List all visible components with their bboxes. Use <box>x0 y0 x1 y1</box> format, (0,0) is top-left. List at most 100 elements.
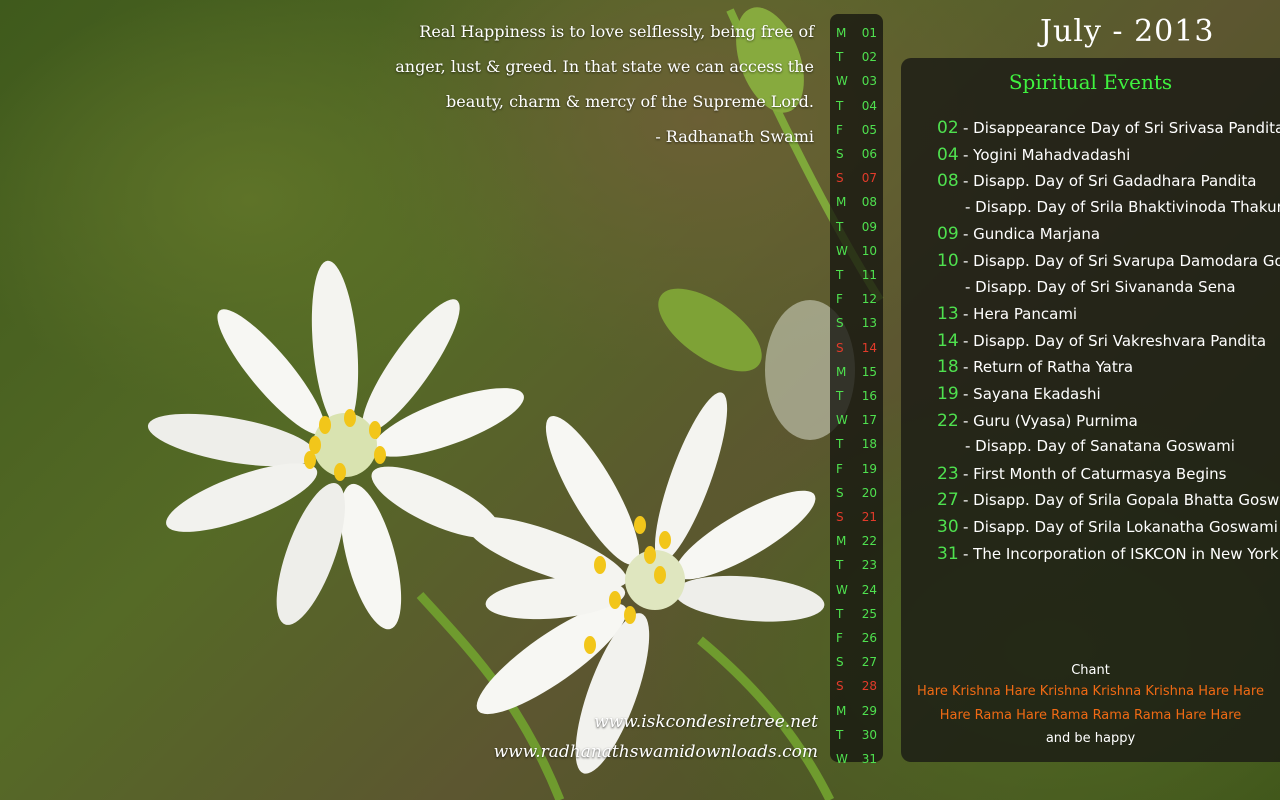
event-text: - Disapp. Day of Sri Vakreshvara Pandita <box>963 331 1267 350</box>
quote-line: Real Happiness is to love selflessly, be… <box>419 22 814 41</box>
event-text: - Disapp. Day of Srila Gopala Bhatta Gos… <box>963 491 1280 510</box>
day-number: 30 <box>861 727 877 742</box>
day-number: 02 <box>861 50 877 65</box>
weekday-letter: T <box>836 219 844 234</box>
event-item: 22- Guru (Vyasa) Purnima <box>937 411 1138 437</box>
calendar-day-row: T 23 <box>830 554 883 578</box>
weekday-letter: T <box>836 606 844 621</box>
calendar-day-row: F 19 <box>830 458 883 482</box>
calendar-day-row: T 04 <box>830 95 883 119</box>
day-number: 06 <box>861 147 877 161</box>
weekday-letter: F <box>836 631 843 645</box>
calendar-day-row: W 17 <box>830 409 883 433</box>
day-number: 01 <box>861 26 877 40</box>
weekday-letter: M <box>836 703 847 718</box>
weekday-letter: W <box>836 413 848 428</box>
event-item: 09- Gundica Marjana <box>937 224 1100 250</box>
day-number: 29 <box>861 703 877 718</box>
event-date: 18 <box>937 357 959 378</box>
calendar-day-row: M 15 <box>830 361 883 385</box>
event-item: 19- Sayana Ekadashi <box>937 384 1101 410</box>
day-number: 10 <box>861 243 877 258</box>
event-text: - Disapp. Day of Sanatana Goswami <box>965 437 1235 456</box>
event-text: - Guru (Vyasa) Purnima <box>963 411 1138 430</box>
event-date: 23 <box>937 463 959 484</box>
event-text: - Return of Ratha Yatra <box>963 358 1134 377</box>
weekday-letter: M <box>836 364 847 379</box>
weekday-letter: S <box>836 679 844 694</box>
weekday-letter: M <box>836 26 847 40</box>
day-number: 11 <box>861 268 877 282</box>
weekday-letter: W <box>836 243 848 258</box>
calendar-day-row: T 11 <box>830 264 883 288</box>
event-text: - Disapp. Day of Sri Sivananda Sena <box>965 277 1236 296</box>
closing-text: and be happy <box>1045 731 1136 746</box>
quote-author: - Radhanath Swami <box>655 127 814 146</box>
calendar-day-row: S 06 <box>830 143 883 167</box>
day-number: 22 <box>861 534 877 549</box>
calendar-day-row: W 03 <box>830 70 883 94</box>
mantra-line: Hare Rama Hare Rama Rama Rama Hare Hare <box>939 708 1242 723</box>
event-text: - Hera Pancami <box>963 305 1078 324</box>
day-number: 19 <box>861 461 877 476</box>
weekday-letter: T <box>836 558 844 573</box>
month-title: July - 2013 <box>1040 14 1215 49</box>
calendar-day-row: F 26 <box>830 627 883 651</box>
event-item: 31- The Incorporation of ISKCON in New Y… <box>937 544 1279 570</box>
weekday-letter: S <box>836 655 844 670</box>
website-link[interactable]: www.iskcondesiretree.net <box>594 712 818 732</box>
chant-label: Chant <box>1071 663 1110 678</box>
event-item: 30- Disapp. Day of Srila Lokanatha Goswa… <box>937 517 1278 543</box>
calendar-day-row: S 21 <box>830 506 883 530</box>
event-date: 13 <box>937 304 959 325</box>
weekday-letter: S <box>836 340 844 355</box>
weekday-letter: S <box>836 485 844 500</box>
event-item: - Disapp. Day of Sanatana Goswami <box>965 437 1235 463</box>
weekday-letter: T <box>836 268 844 282</box>
event-item: 23- First Month of Caturmasya Begins <box>937 464 1226 490</box>
weekday-letter: S <box>836 147 844 161</box>
day-number: 05 <box>861 122 877 137</box>
weekday-letter: S <box>836 510 844 524</box>
event-text: - Gundica Marjana <box>963 225 1101 244</box>
quote-block: Real Happiness is to love selflessly, be… <box>394 14 814 154</box>
event-date: 19 <box>937 384 959 404</box>
weekday-letter: M <box>836 195 847 210</box>
event-date: 04 <box>937 144 959 165</box>
event-text: - Yogini Mahadvadashi <box>963 145 1131 164</box>
event-text: - Sayana Ekadashi <box>963 385 1101 403</box>
day-number: 26 <box>861 631 877 645</box>
day-number: 18 <box>861 437 877 452</box>
event-date: 30 <box>937 517 959 537</box>
weekday-letter: W <box>836 752 848 766</box>
event-date: 09 <box>937 224 959 245</box>
calendar-day-row: T 18 <box>830 433 883 457</box>
event-date: 10 <box>937 251 959 271</box>
day-number: 08 <box>861 195 877 210</box>
weekday-letter: M <box>836 534 847 549</box>
calendar-day-row: T 02 <box>830 46 883 70</box>
event-item: 08- Disapp. Day of Sri Gadadhara Pandita <box>937 171 1256 197</box>
website-link[interactable]: www.radhanathswamidownloads.com <box>494 742 818 762</box>
calendar-day-row: M 01 <box>830 22 883 46</box>
event-item: 04- Yogini Mahadvadashi <box>937 145 1130 171</box>
event-text: - The Incorporation of ISKCON in New Yor… <box>963 544 1279 563</box>
event-date: 31 <box>937 543 959 564</box>
weekday-letter: W <box>836 582 848 597</box>
weekday-letter: F <box>836 461 843 476</box>
day-number: 09 <box>861 219 877 234</box>
calendar-day-row: W 10 <box>830 240 883 264</box>
calendar-day-row: S 28 <box>830 675 883 699</box>
event-item: 18- Return of Ratha Yatra <box>937 357 1133 383</box>
event-item: 02- Disappearance Day of Sri Srivasa Pan… <box>937 118 1280 144</box>
weekday-letter: T <box>836 727 844 742</box>
calendar-day-row: M 29 <box>830 700 883 724</box>
event-text: - Disapp. Day of Srila Bhaktivinoda Thak… <box>965 197 1280 216</box>
event-item: 10- Disapp. Day of Sri Svarupa Damodara … <box>937 251 1280 277</box>
event-item: 14- Disapp. Day of Sri Vakreshvara Pandi… <box>937 331 1266 357</box>
day-number: 21 <box>861 510 877 524</box>
calendar-day-row: S 27 <box>830 651 883 675</box>
calendar-day-row: T 25 <box>830 603 883 627</box>
event-text: - Disappearance Day of Sri Srivasa Pandi… <box>963 119 1280 137</box>
calendar-day-row: S 14 <box>830 337 883 361</box>
